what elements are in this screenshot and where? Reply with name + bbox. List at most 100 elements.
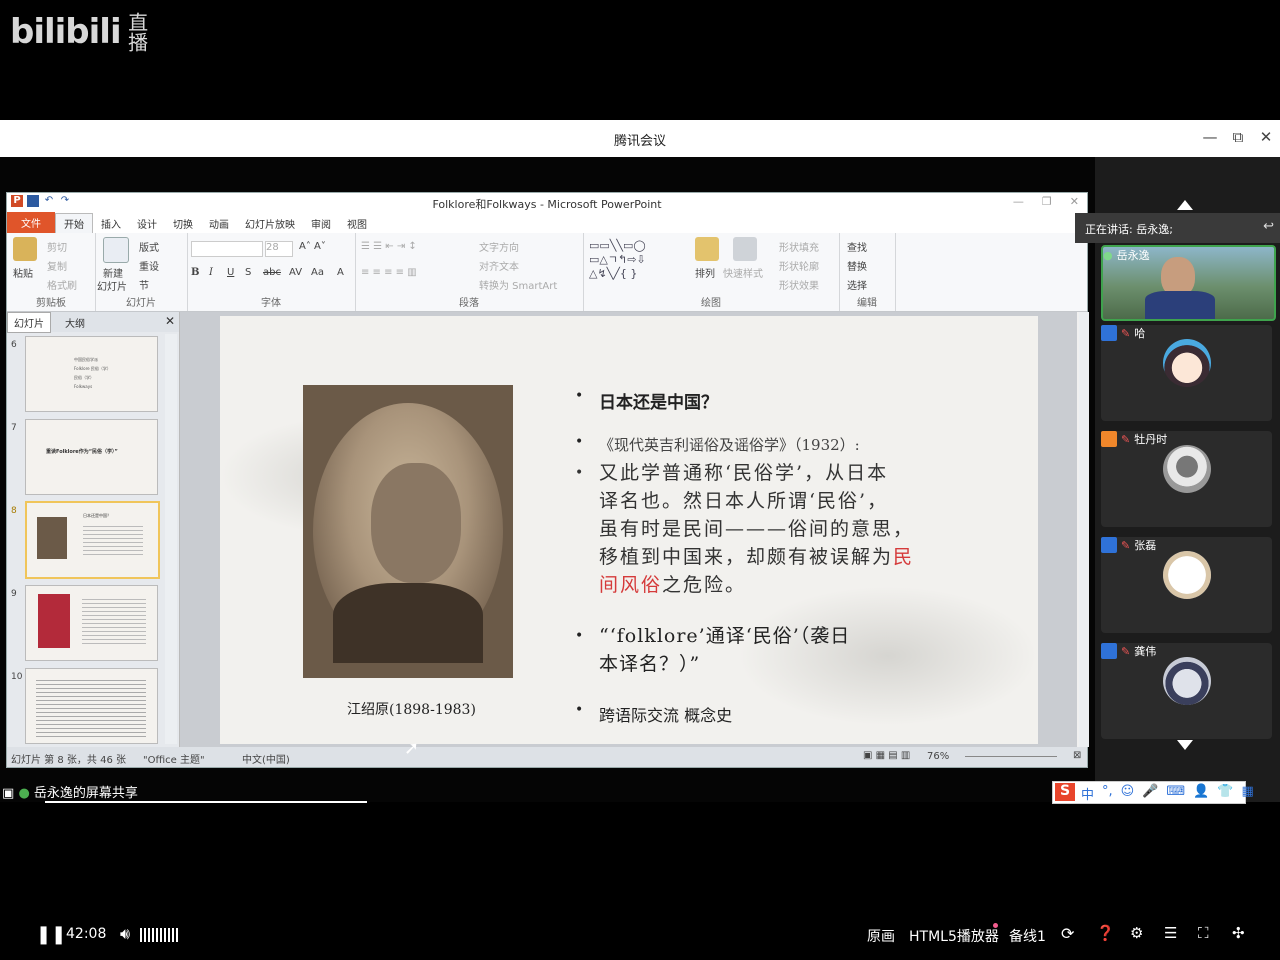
tab-transitions[interactable]: 切换 (165, 214, 201, 233)
thumbnail-scrollbar[interactable] (165, 334, 177, 744)
webfullscreen-icon[interactable]: ⛶ (1198, 924, 1209, 942)
tab-outline[interactable]: 大纲 (59, 313, 91, 332)
reset-button[interactable]: 重设 (139, 258, 159, 273)
view-buttons-icon[interactable]: ▣ ▦ ▤ ▥ (863, 750, 910, 761)
arrange-button[interactable]: 排列 (695, 265, 715, 280)
feedback-icon[interactable]: ❓ (1096, 924, 1115, 942)
new-slide-button-2[interactable]: 幻灯片 (97, 278, 127, 293)
volume-slider[interactable] (140, 928, 180, 942)
text-direction-button[interactable]: 文字方向 (479, 239, 519, 254)
layout-button[interactable]: 版式 (139, 239, 159, 254)
avatar (1163, 445, 1211, 493)
copy-button[interactable]: 复制 (47, 258, 67, 273)
volume-icon[interactable]: 🔊︎ (120, 924, 130, 944)
slide-thumbnail-selected[interactable]: 日本还是中国？ (25, 501, 160, 579)
smartart-button[interactable]: 转换为 SmartArt (479, 277, 557, 292)
shapes-gallery[interactable]: ▭▭╲╲▭◯ ▭△ㄱ↰⇨⇩ △↯╲╱{ } (589, 239, 685, 283)
participant-tile-video[interactable]: ● 岳永逸 (1101, 245, 1276, 321)
participant-tile[interactable]: ✎ 龚伟 (1101, 643, 1272, 739)
replace-button[interactable]: 替换 (847, 258, 867, 273)
find-button[interactable]: 查找 (847, 239, 867, 254)
tab-file[interactable]: 文件 (7, 212, 55, 233)
shadow-icon[interactable]: S (245, 267, 251, 278)
new-slide-icon[interactable] (103, 237, 129, 263)
arrange-icon[interactable] (695, 237, 719, 261)
shape-effects-button[interactable]: 形状效果 (779, 277, 819, 292)
ime-items: 中 °, ☺ 🎤 ⌨ 👤 👕 ▦ (1081, 784, 1254, 803)
scroll-up-icon[interactable] (1177, 200, 1193, 210)
underline-icon[interactable]: U (227, 267, 234, 278)
fullscreen-icon[interactable]: ✣ (1232, 924, 1245, 942)
sogou-icon[interactable]: S (1055, 783, 1075, 801)
bold-icon[interactable]: B (191, 267, 199, 278)
participant-tile[interactable]: ✎ 张磊 (1101, 537, 1272, 633)
align-icons[interactable]: ≡ ≡ ≡ ≡ ▥ (361, 267, 417, 278)
ime-chinese[interactable]: 中 (1081, 784, 1094, 803)
ime-emoji-icon[interactable]: ☺ (1121, 784, 1135, 803)
close-button[interactable]: ✕ (1256, 128, 1276, 146)
cut-button[interactable]: 剪切 (47, 239, 67, 254)
align-text-button[interactable]: 对齐文本 (479, 258, 519, 273)
ime-voice-icon[interactable]: 🎤 (1142, 784, 1158, 803)
ribbon: 粘贴 剪切 复制 格式刷 剪贴板 新建 幻灯片 版式 重设 节 幻灯片 28 A… (7, 233, 1087, 312)
font-color-icon[interactable]: A (337, 267, 344, 278)
scroll-down-icon[interactable] (1177, 740, 1193, 750)
ppt-close-icon[interactable]: ✕ (1070, 195, 1079, 208)
quick-styles-icon[interactable] (733, 237, 757, 261)
participant-tile[interactable]: ✎ 哈 (1101, 325, 1272, 421)
slide-thumbnail[interactable] (25, 585, 158, 661)
ppt-restore-icon[interactable]: ❐ (1042, 195, 1052, 208)
char-spacing-icon[interactable]: AV (289, 267, 302, 278)
format-painter-button[interactable]: 格式刷 (47, 277, 77, 292)
current-slide[interactable]: 江绍原(1898-1983) • 日本还是中国？ • 《现代英吉利谣俗及谣俗学》… (220, 316, 1038, 744)
paste-icon[interactable] (13, 237, 37, 261)
change-case-icon[interactable]: Aa (311, 267, 324, 278)
tab-design[interactable]: 设计 (129, 214, 165, 233)
pause-icon[interactable]: ❚❚ (36, 924, 66, 945)
close-panel-icon[interactable]: ✕ (165, 314, 175, 328)
grow-font-icon[interactable]: A˄ A˅ (299, 241, 326, 252)
tab-animations[interactable]: 动画 (201, 214, 237, 233)
player-type-button[interactable]: HTML5播放器 (909, 926, 999, 946)
tab-review[interactable]: 审阅 (303, 214, 339, 233)
italic-icon[interactable]: I (209, 267, 213, 278)
font-name-input[interactable] (191, 241, 263, 257)
quality-button[interactable]: 原画 (867, 926, 895, 946)
shape-fill-button[interactable]: 形状填充 (779, 239, 819, 254)
quick-styles-button[interactable]: 快速样式 (723, 265, 763, 280)
restore-button[interactable]: ⧉ (1228, 128, 1248, 146)
zoom-slider[interactable] (965, 756, 1057, 757)
select-button[interactable]: 选择 (847, 277, 867, 292)
language[interactable]: 中文(中国) (242, 751, 290, 766)
shape-outline-button[interactable]: 形状轮廓 (779, 258, 819, 273)
strikethrough-icon[interactable]: abc (263, 267, 281, 278)
font-size-input[interactable]: 28 (265, 241, 293, 257)
tab-home[interactable]: 开始 (55, 213, 93, 233)
paste-button[interactable]: 粘贴 (13, 265, 33, 280)
bullets-icon[interactable]: ☰ ☰ ⇤ ⇥ ↕ (361, 241, 417, 252)
ime-punct[interactable]: °, (1102, 784, 1113, 803)
line-button[interactable]: 备线1 (1009, 926, 1046, 946)
minimize-button[interactable]: — (1200, 128, 1220, 146)
fit-window-icon[interactable]: ⊠ (1073, 750, 1081, 761)
slide-thumbnail[interactable] (25, 668, 158, 744)
ime-grid-icon[interactable]: ▦ (1242, 784, 1254, 803)
participant-tile[interactable]: ✎ 牡丹时 (1101, 431, 1272, 527)
tab-slides[interactable]: 幻灯片 (7, 311, 51, 333)
settings-icon[interactable]: ⚙ (1130, 924, 1143, 942)
section-button[interactable]: 节 (139, 277, 149, 292)
tab-insert[interactable]: 插入 (93, 214, 129, 233)
ime-skin-icon[interactable]: 👕 (1217, 784, 1233, 803)
ppt-minimize-icon[interactable]: — (1013, 195, 1024, 208)
ime-keyboard-icon[interactable]: ⌨ (1166, 784, 1185, 803)
refresh-icon[interactable]: ⟳ (1061, 924, 1074, 943)
collapse-icon[interactable]: ↩ (1263, 219, 1274, 234)
slide-scrollbar[interactable] (1079, 312, 1089, 747)
slide-thumbnail[interactable]: 重读Folklore作为“民俗（学）” (25, 419, 158, 495)
tab-slideshow[interactable]: 幻灯片放映 (237, 214, 303, 233)
slide-thumbnail[interactable]: 中国民俗学派 Folklore 民俗（学） 民俗（学） Folkways (25, 336, 158, 412)
danmaku-icon[interactable]: ☰ (1164, 924, 1177, 942)
zoom-level[interactable]: 76% (927, 751, 949, 762)
ime-user-icon[interactable]: 👤 (1193, 784, 1209, 803)
tab-view[interactable]: 视图 (339, 214, 375, 233)
